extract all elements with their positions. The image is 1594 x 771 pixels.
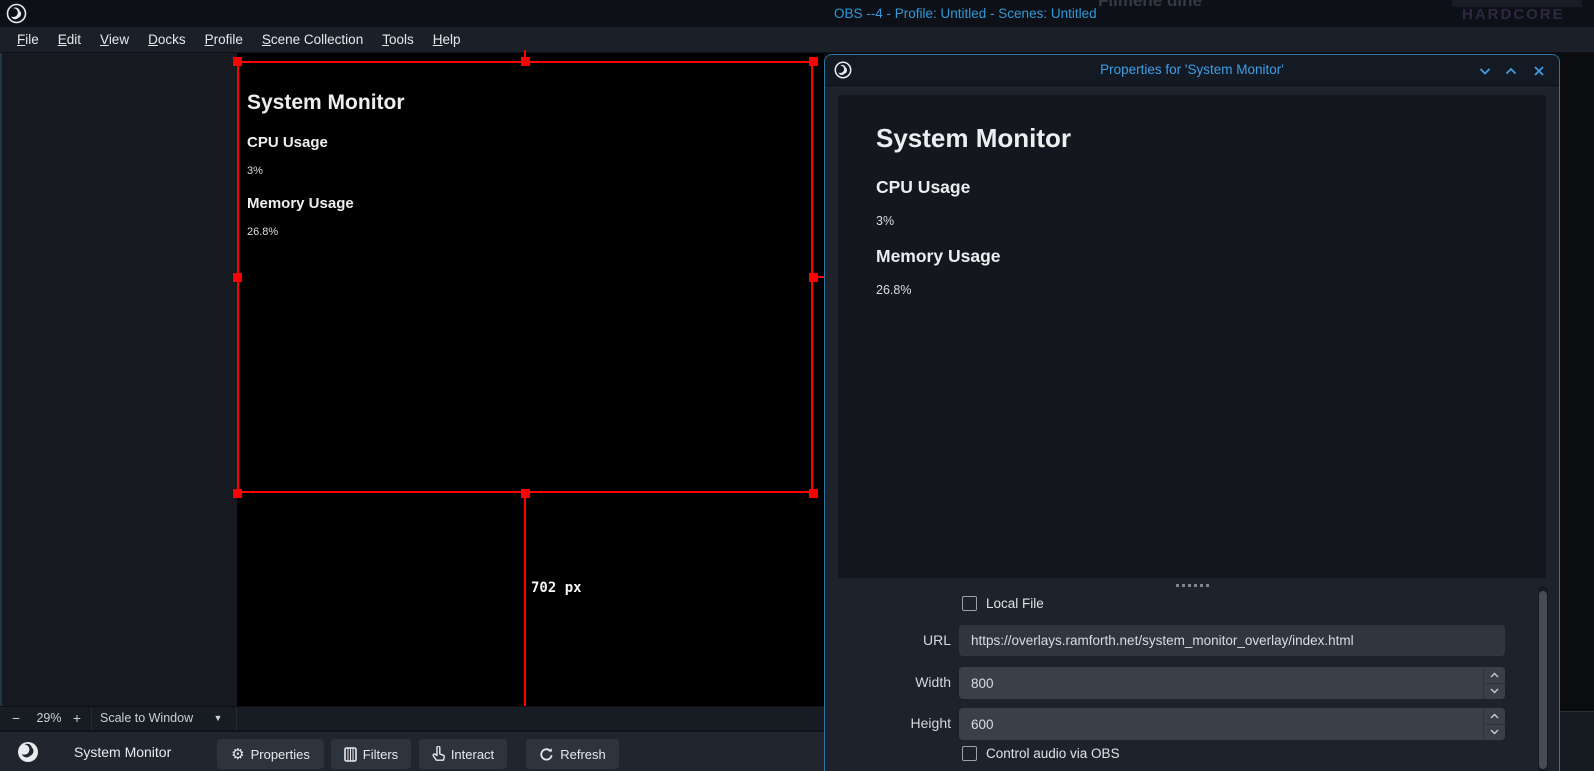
filters-button[interactable]: Filters (331, 739, 411, 769)
background-watermark-text: HARDCORE (1462, 6, 1565, 23)
height-input[interactable] (959, 708, 1505, 740)
interact-hand-icon (432, 746, 445, 762)
menu-profile[interactable]: Profile (200, 30, 248, 49)
workspace: System Monitor CPU Usage 3% Memory Usage… (0, 53, 1594, 771)
control-audio-label: Control audio via OBS (986, 746, 1120, 761)
menu-tools[interactable]: Tools (377, 30, 419, 49)
menu-scene-collection[interactable]: Scene Collection (257, 30, 368, 49)
right-dock-edge (1560, 53, 1594, 771)
source-toolbar: System Monitor ⚙ Properties Filters (0, 730, 824, 771)
selection-handle-bottom-left[interactable] (233, 489, 242, 498)
properties-window-title: Properties for 'System Monitor' (825, 55, 1559, 86)
selection-handle-mid-left[interactable] (233, 273, 242, 282)
width-spin-up-icon[interactable] (1483, 667, 1505, 684)
form-scrollbar-thumb[interactable] (1539, 591, 1547, 769)
properties-preview: System Monitor CPU Usage 3% Memory Usage… (838, 95, 1546, 578)
window-close-icon[interactable] (1531, 63, 1547, 79)
form-scrollbar (1538, 586, 1548, 771)
interact-button-label: Interact (451, 747, 494, 762)
preview-source-title: System Monitor (876, 123, 1071, 154)
preview-cpu-label: CPU Usage (876, 177, 970, 198)
selected-source-name: System Monitor (74, 732, 171, 771)
refresh-icon (539, 747, 554, 762)
selection-handle-bottom-right[interactable] (809, 489, 818, 498)
measurement-label: 702 px (531, 580, 582, 596)
obs-logo-icon (6, 3, 27, 24)
zoom-level: 29% (32, 707, 66, 731)
menu-file[interactable]: File (12, 30, 44, 49)
url-label: URL (831, 625, 951, 656)
obs-main-window: Filmene dine HARDCORE OBS --4 - Profile:… (0, 0, 1594, 771)
scale-mode-dropdown[interactable]: Scale to Window (100, 707, 193, 731)
local-file-label: Local File (986, 596, 1044, 611)
selection-handle-top-right[interactable] (809, 57, 818, 66)
right-dock-panel-edge (1560, 711, 1594, 771)
preview-cpu-value: 3% (876, 214, 894, 228)
zoom-in-button[interactable]: + (69, 707, 85, 731)
selection-guide-right (813, 276, 824, 278)
canvas-zoom-bar: − 29% + Scale to Window ▼ (0, 706, 824, 730)
height-spinner (1483, 708, 1505, 740)
preview-memory-value: 26.8% (876, 283, 911, 297)
window-title: OBS --4 - Profile: Untitled - Scenes: Un… (834, 0, 1097, 27)
measurement-line (524, 493, 526, 706)
window-collapse-icon[interactable] (1477, 63, 1493, 79)
refresh-button[interactable]: Refresh (526, 739, 619, 769)
preview-memory-label: Memory Usage (876, 246, 1001, 267)
control-audio-checkbox[interactable] (962, 746, 977, 761)
preview-dock: System Monitor CPU Usage 3% Memory Usage… (0, 53, 824, 771)
properties-window: Properties for 'System Monitor' System M… (824, 54, 1560, 771)
menu-help[interactable]: Help (428, 30, 466, 49)
menu-edit[interactable]: Edit (53, 30, 86, 49)
source-selection-rect[interactable] (237, 61, 813, 493)
title-bar: Filmene dine HARDCORE OBS --4 - Profile:… (0, 0, 1594, 27)
height-label: Height (831, 708, 951, 739)
local-file-checkbox[interactable] (962, 596, 977, 611)
properties-button-label: Properties (251, 747, 310, 762)
selection-handle-top-left[interactable] (233, 57, 242, 66)
interact-button[interactable]: Interact (419, 739, 507, 769)
properties-button[interactable]: ⚙ Properties (217, 739, 324, 769)
zoom-bar-separator-2 (236, 707, 237, 731)
zoom-out-button[interactable]: − (8, 707, 24, 731)
height-spin-up-icon[interactable] (1483, 708, 1505, 725)
zoom-bar-separator (91, 707, 92, 731)
menu-docks[interactable]: Docks (143, 30, 191, 49)
selection-rotation-tick (524, 50, 526, 61)
gear-icon: ⚙ (231, 747, 244, 762)
scale-mode-caret-icon[interactable]: ▼ (208, 707, 228, 731)
background-ghost-text: Filmene dine (1098, 0, 1202, 11)
width-spinner (1483, 667, 1505, 699)
browser-source-icon (17, 741, 39, 763)
width-input[interactable] (959, 667, 1505, 699)
filters-button-label: Filters (363, 747, 398, 762)
height-spin-down-icon[interactable] (1483, 725, 1505, 741)
properties-window-titlebar[interactable]: Properties for 'System Monitor' (825, 55, 1559, 86)
dock-edge-accent (0, 53, 2, 713)
refresh-button-label: Refresh (560, 747, 606, 762)
preview-form-splitter[interactable] (825, 582, 1559, 589)
menu-bar: File Edit View Docks Profile Scene Colle… (0, 27, 1594, 53)
width-label: Width (831, 667, 951, 698)
filters-icon (344, 747, 357, 762)
window-expand-icon[interactable] (1503, 63, 1519, 79)
url-input[interactable] (959, 625, 1505, 656)
width-spin-down-icon[interactable] (1483, 684, 1505, 700)
menu-view[interactable]: View (95, 30, 134, 49)
